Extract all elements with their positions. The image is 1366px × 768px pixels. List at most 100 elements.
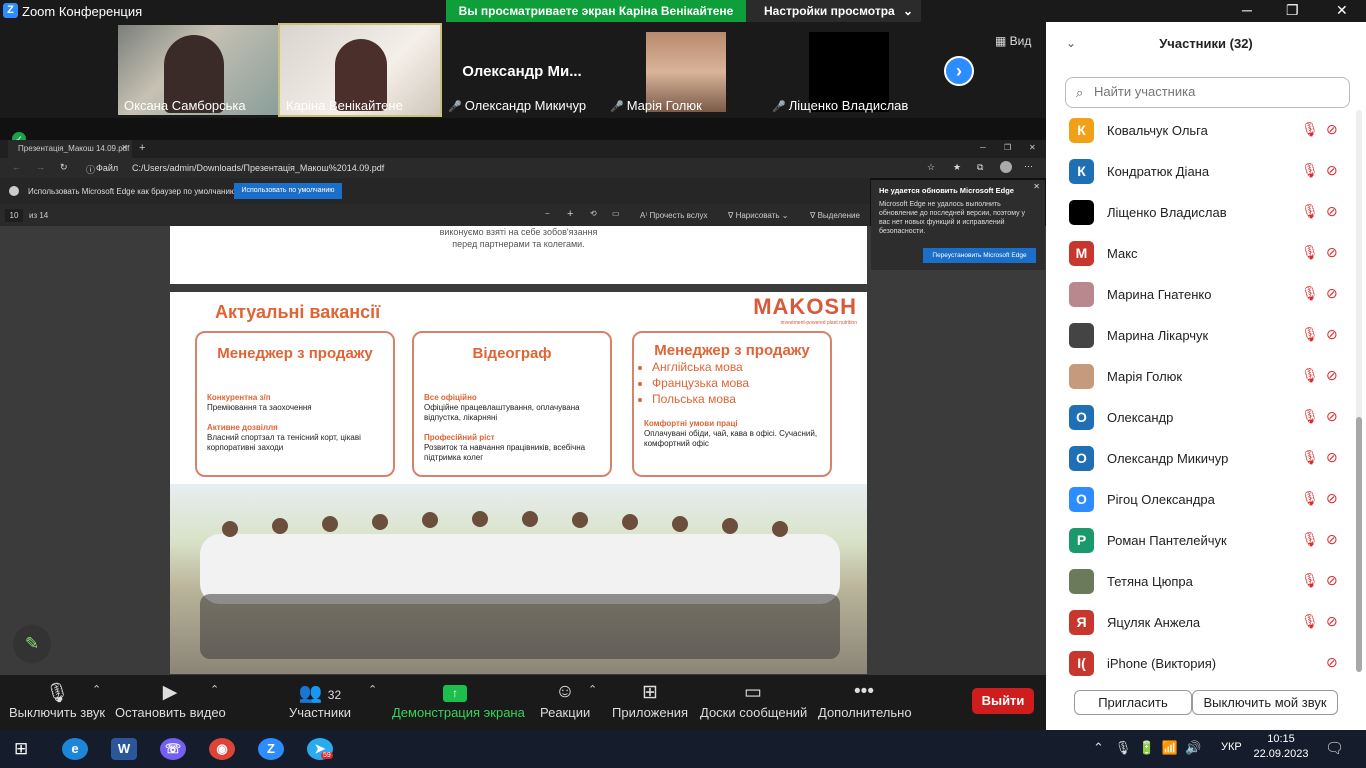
participant-row[interactable]: О Олександр Микичур 🎙 ⊘ — [1046, 438, 1356, 479]
more-button[interactable]: ••• Дополнительно — [818, 675, 912, 730]
video-tile[interactable]: 🎤 Марія Голюк — [604, 25, 764, 115]
favorites-icon[interactable]: ★ — [953, 162, 961, 173]
set-default-button[interactable]: Использовать по умолчанию — [234, 183, 342, 199]
video-tile-active-speaker[interactable]: Каріна Венікайтене — [278, 23, 442, 117]
language-item: Французька мова — [652, 375, 830, 391]
rotate-icon[interactable]: ⟲ — [590, 209, 597, 218]
video-off-icon: ⊘ — [1326, 326, 1338, 342]
system-tray[interactable]: ⌃ 🎙 🔋 📶 🔊 — [1093, 740, 1202, 756]
participant-row[interactable]: М Макс 🎙 ⊘ — [1046, 233, 1356, 274]
page-number-input[interactable]: 10 — [5, 209, 23, 222]
participant-name: Марія Голюк — [1107, 369, 1183, 384]
draw-button[interactable]: ∇ Нарисовать ⌄ — [728, 211, 788, 220]
next-page-arrow-icon[interactable]: › — [944, 56, 974, 86]
video-tile[interactable]: Оксана Самборська — [118, 25, 278, 115]
microphone-icon[interactable]: 🎙 — [1115, 740, 1132, 755]
participant-row[interactable]: О Рігоц Олександра 🎙 ⊘ — [1046, 479, 1356, 520]
zoom-out-icon[interactable]: − — [545, 209, 550, 218]
participant-row[interactable]: К Кондратюк Діана 🎙 ⊘ — [1046, 151, 1356, 192]
participants-options-chevron-icon[interactable]: ⌃ — [368, 683, 377, 696]
participant-row[interactable]: Р Роман Пантелейчук 🎙 ⊘ — [1046, 520, 1356, 561]
benefit-title: Все офіційно — [424, 393, 477, 402]
viber-icon[interactable]: ☏ — [160, 738, 186, 760]
close-icon[interactable]: ✕ — [1033, 182, 1040, 191]
volume-icon[interactable]: 🔊 — [1185, 740, 1201, 755]
page-count: из 14 — [29, 211, 49, 220]
participant-row[interactable]: Марина Гнатенко 🎙 ⊘ — [1046, 274, 1356, 315]
read-aloud-button[interactable]: A⁾ Прочесть вслух — [640, 211, 708, 220]
forward-icon[interactable]: → — [36, 162, 45, 172]
mute-options-chevron-icon[interactable]: ⌃ — [92, 683, 101, 696]
favorite-icon[interactable]: ☆ — [927, 162, 935, 173]
more-icon[interactable]: ⋯ — [1024, 161, 1033, 172]
mute-me-button[interactable]: Выключить мой звук — [1192, 690, 1338, 715]
word-icon[interactable]: W — [111, 738, 137, 760]
video-options-chevron-icon[interactable]: ⌃ — [210, 683, 219, 696]
reactions-button[interactable]: ☺ Реакции — [540, 675, 590, 730]
zoom-in-icon[interactable]: + — [567, 208, 573, 220]
video-tile[interactable]: 🎤 Ліщенко Владислав — [766, 25, 926, 115]
mic-muted-icon: 🎙 — [1301, 121, 1319, 137]
share-screen-button[interactable]: ↑ Демонстрация экрана — [392, 675, 525, 730]
mic-muted-icon: 🎙 — [1301, 490, 1319, 506]
new-tab-icon[interactable]: + — [139, 142, 145, 154]
language-indicator[interactable]: УКР — [1221, 741, 1242, 753]
profile-icon[interactable] — [1000, 161, 1012, 173]
wifi-icon[interactable]: 📶 — [1162, 740, 1178, 755]
minimize-icon[interactable]: ─ — [1242, 2, 1252, 18]
windows-start-icon[interactable]: ⊞ — [14, 739, 28, 759]
highlight-button[interactable]: ∇ Выделение — [810, 211, 860, 220]
chrome-icon[interactable]: ◉ — [209, 738, 235, 760]
default-browser-infobar: Использовать Microsoft Edge как браузер … — [0, 178, 870, 204]
reinstall-edge-button[interactable]: Переустановить Microsoft Edge — [923, 248, 1036, 263]
browser-tab[interactable]: Презентація_Макош 14.09.pdf ✕ — [8, 140, 132, 158]
mic-muted-icon: 🎙 — [1301, 162, 1319, 178]
close-icon[interactable]: ✕ — [1029, 143, 1036, 152]
whiteboards-button[interactable]: ▭ Доски сообщений — [700, 675, 807, 730]
stop-video-button[interactable]: ▶ Остановить видео — [115, 675, 226, 730]
leave-button[interactable]: Выйти — [972, 688, 1034, 714]
participant-row[interactable]: Тетяна Цюпра 🎙 ⊘ — [1046, 561, 1356, 602]
close-icon[interactable]: ✕ — [1336, 2, 1348, 19]
back-icon[interactable]: ← — [12, 162, 21, 172]
refresh-icon[interactable]: ↻ — [60, 162, 68, 173]
participants-button[interactable]: 👥 32 Участники — [285, 675, 355, 730]
mic-muted-icon: 🎙 — [1301, 572, 1319, 588]
view-button[interactable]: ▦ Вид — [995, 34, 1031, 48]
view-settings-button[interactable]: Настройки просмотра ⌄ — [746, 0, 921, 22]
tile-name: Оксана Самборська — [124, 98, 246, 113]
address-input[interactable]: C:/Users/admin/Downloads/Презентація_Мак… — [132, 163, 384, 173]
participant-row[interactable]: Ліщенко Владислав 🎙 ⊘ — [1046, 192, 1356, 233]
edge-icon[interactable]: e — [62, 738, 88, 760]
video-tile[interactable]: Олександр Ми... 🎤 Олександр Микичур — [442, 25, 602, 115]
clock[interactable]: 10:15 22.09.2023 — [1253, 732, 1309, 762]
participant-row[interactable]: О Олександр 🎙 ⊘ — [1046, 397, 1356, 438]
participant-row[interactable]: Марія Голюк 🎙 ⊘ — [1046, 356, 1356, 397]
participant-row[interactable]: Я Яцуляк Анжела 🎙 ⊘ — [1046, 602, 1356, 643]
scrollbar-thumb[interactable] — [1356, 417, 1362, 672]
participant-row[interactable]: I(iPhone (Виктория) ⊘ — [1046, 643, 1356, 684]
search-input[interactable] — [1094, 84, 1344, 99]
fit-page-icon[interactable]: ▭ — [612, 209, 620, 218]
participant-row[interactable]: К Ковальчук Ольга 🎙 ⊘ — [1046, 110, 1356, 151]
infobar-text: Использовать Microsoft Edge как браузер … — [28, 187, 241, 196]
invite-button[interactable]: Пригласить — [1074, 690, 1192, 715]
minimize-icon[interactable]: ─ — [980, 143, 986, 152]
restore-icon[interactable]: ❐ — [1286, 2, 1299, 19]
zoom-icon[interactable]: Z — [258, 738, 284, 760]
annotate-pencil-icon[interactable]: ✎ — [13, 625, 51, 663]
search-box[interactable]: ⌕ — [1065, 77, 1350, 108]
notifications-icon[interactable]: 🗨 — [1325, 739, 1344, 757]
collections-icon[interactable]: ⧉ — [977, 162, 983, 173]
video-off-icon: ⊘ — [1326, 408, 1338, 424]
participant-row[interactable]: Марина Лікарчук 🎙 ⊘ — [1046, 315, 1356, 356]
close-icon[interactable]: ✕ — [121, 143, 128, 152]
reactions-options-chevron-icon[interactable]: ⌃ — [588, 683, 597, 696]
mic-muted-icon: 🎙 — [1301, 613, 1319, 629]
participants-icon: 👥 32 — [298, 683, 342, 704]
restore-icon[interactable]: ❐ — [1004, 143, 1011, 152]
apps-button[interactable]: ⊞ Приложения — [612, 675, 688, 730]
previous-page-text: виконуємо взяті на себе зобов'язання пер… — [439, 227, 598, 249]
chevron-up-icon[interactable]: ⌃ — [1093, 740, 1104, 755]
power-icon[interactable]: 🔋 — [1139, 740, 1155, 755]
